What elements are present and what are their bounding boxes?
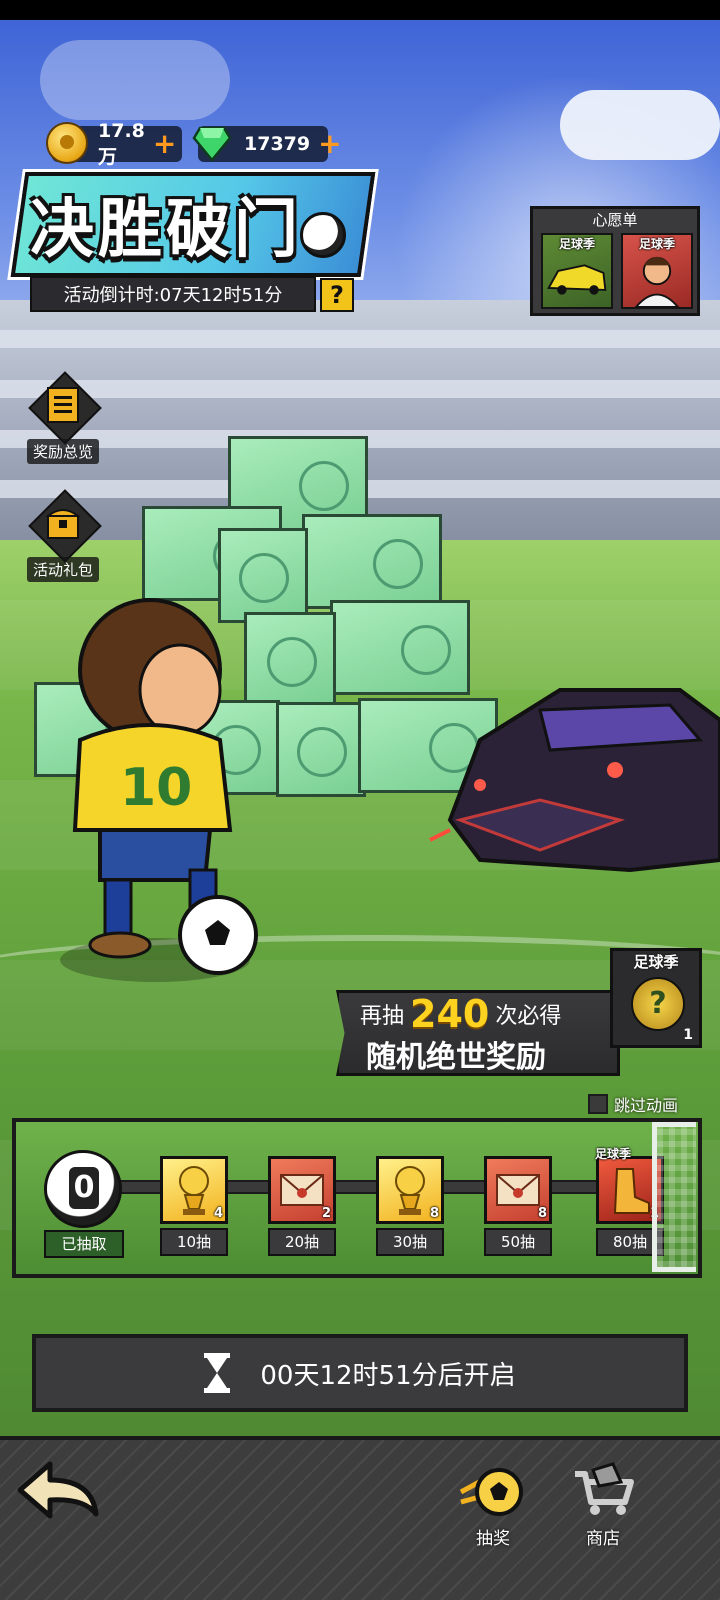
draw-counter: 0 [44,1150,122,1228]
event-pack-label: 活动礼包 [26,557,99,582]
season-tag: 足球季 [633,953,679,971]
add-coins-button[interactable]: + [153,130,182,158]
game-screen: 10 17.8万 + 17379 + 决胜破门 活动倒计时:07天12时51分 … [0,0,720,1600]
wishlist-title: 心愿单 [592,211,638,229]
add-gems-button[interactable]: + [318,130,347,158]
tab-draw-label: 抽奖 [476,1529,510,1549]
event-countdown-text: 活动倒计时:07天12时51分 [63,285,283,306]
milestone-label: 20抽 [268,1228,336,1256]
soccer-ball-icon [300,212,346,258]
reward-count: 2 [321,1206,331,1221]
mystery-reward-card[interactable]: 足球季 ? 1 [610,948,702,1048]
reward-count: 1 [683,1027,693,1043]
guarantee-text: 再抽 240 次必得 [360,992,562,1036]
milestone-label: 50抽 [484,1228,552,1256]
timer-text: 00天12时51分后开启 [260,1360,516,1391]
back-button[interactable] [14,1454,104,1534]
svg-text:10: 10 [120,758,192,818]
season-tag: 足球季 [638,237,675,251]
gem-icon [192,126,232,162]
shop-cart-icon [575,1462,634,1515]
milestone-reward-10[interactable]: 4 [160,1156,228,1224]
milestone-reward-50[interactable]: 8 [484,1156,552,1224]
rewards-overview-button[interactable]: 奖励总览 [18,370,108,464]
event-title: 决胜破门 [30,193,302,267]
coin-balance: 17.8万 + [46,120,182,168]
gem-balance: 17379 + [192,126,342,162]
guarantee-reward-text: 随机绝世奖励 [366,1040,546,1075]
coin-icon [46,122,88,164]
milestone-label: 30抽 [376,1228,444,1256]
remaining-draws: 240 [410,992,490,1036]
wishlist-item-player[interactable]: 足球季 [621,233,693,309]
list-board-icon [47,387,79,423]
season-tag: 足球季 [558,237,595,251]
sports-car-prize [429,688,720,873]
draw-count: 0 [69,1167,99,1209]
status-bar [0,0,720,20]
soccer-ball-icon [459,1468,523,1516]
skip-animation-toggle[interactable]: 跳过动画 [588,1092,678,1116]
hourglass-icon [204,1353,231,1393]
wishlist-panel[interactable]: 心愿单 足球季 足球季 [530,206,700,316]
reward-count: 8 [429,1206,439,1221]
drawn-label: 已抽取 [44,1230,124,1258]
milestone-reward-30[interactable]: 8 [376,1156,444,1224]
rewards-overview-label: 奖励总览 [26,439,99,464]
skip-animation-label: 跳过动画 [614,1096,679,1115]
event-countdown: 活动倒计时:07天12时51分 [30,276,316,312]
treasure-chest-icon [45,509,81,539]
tab-shop[interactable]: 商店 [558,1462,648,1549]
player-character: 10 [60,598,258,982]
season-tag: 足球季 [595,1147,632,1161]
milestone-label: 10抽 [160,1228,228,1256]
draw-open-timer: 00天12时51分后开启 [32,1334,688,1412]
help-button[interactable]: ? [320,278,354,312]
reward-count: 8 [537,1206,547,1221]
tab-draw[interactable]: 抽奖 [448,1462,538,1549]
tab-shop-label: 商店 [586,1529,620,1549]
checkbox[interactable] [588,1094,608,1114]
event-pack-button[interactable]: 活动礼包 [18,488,108,582]
reward-count: 4 [213,1206,223,1221]
question-mark-icon: ? [631,977,685,1031]
milestone-reward-20[interactable]: 2 [268,1156,336,1224]
wishlist-item-car[interactable]: 足球季 [541,233,613,309]
goal-net [652,1122,696,1272]
